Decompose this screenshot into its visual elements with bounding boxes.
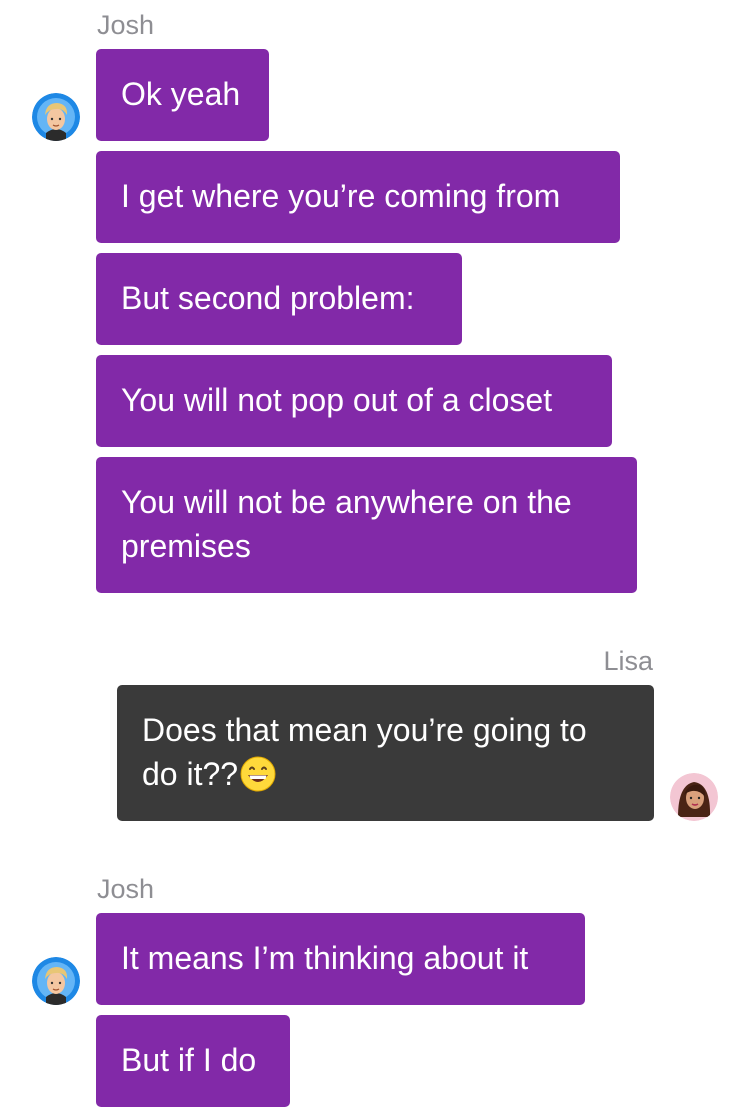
message-bubble[interactable]: It means I’m thinking about it [96, 913, 585, 1005]
message-bubble[interactable]: Does that mean you’re going to do it?? [117, 685, 654, 821]
message-text-line: premises [121, 528, 251, 564]
message-text-line: do it?? [142, 756, 239, 792]
message-text: It means I’m thinking about it [121, 940, 529, 976]
message-bubble[interactable]: I get where you’re coming from [96, 151, 620, 243]
sender-name-josh: Josh [97, 874, 155, 904]
message-bubble[interactable]: Ok yeah [96, 49, 269, 141]
message-text: But second problem: [121, 280, 415, 316]
chat-conversation: Josh Ok yeah I get where you’re coming f… [0, 0, 750, 1111]
sender-name-lisa: Lisa [603, 646, 653, 676]
message-bubble[interactable]: You will not be anywhere on the premises [96, 457, 637, 593]
message-bubble[interactable]: But if I do [96, 1015, 290, 1107]
message-bubble[interactable]: But second problem: [96, 253, 462, 345]
message-bubble[interactable]: You will not pop out of a closet [96, 355, 612, 447]
josh-avatar[interactable] [32, 957, 80, 1005]
message-text: Ok yeah [121, 76, 241, 112]
message-text-line: You will not be anywhere on the [121, 484, 572, 520]
message-text: I get where you’re coming from [121, 178, 561, 214]
sender-name-josh: Josh [97, 10, 155, 40]
josh-avatar[interactable] [32, 93, 80, 141]
grinning-face-emoji-icon [240, 756, 276, 803]
message-text: But if I do [121, 1042, 257, 1078]
lisa-avatar[interactable] [670, 773, 718, 821]
message-text: You will not pop out of a closet [121, 382, 553, 418]
message-text-line: Does that mean you’re going to [142, 712, 587, 748]
